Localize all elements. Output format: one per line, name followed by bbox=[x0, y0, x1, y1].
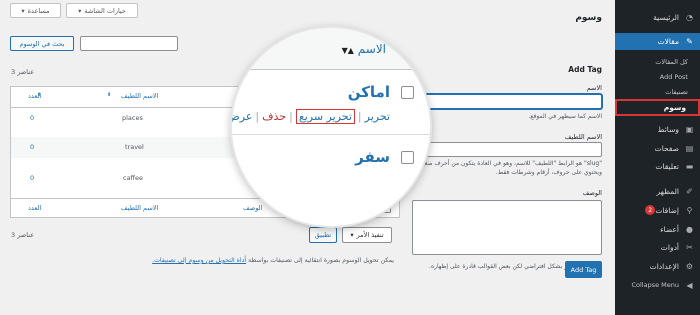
name-field[interactable] bbox=[412, 94, 602, 109]
sidebar-item-tools[interactable]: ✂ أدوات bbox=[615, 239, 700, 255]
row-slug: places bbox=[122, 114, 143, 122]
plugin-icon: ⚲ bbox=[686, 205, 693, 215]
screen-options-button[interactable]: ▾ خيارات الشاشة bbox=[66, 3, 138, 18]
settings-icon: ⚙ bbox=[685, 261, 694, 271]
name-label: الاسم bbox=[586, 84, 602, 92]
column-slug[interactable]: الاسم اللطيف bbox=[121, 204, 158, 212]
slug-label: الاسم اللطيف bbox=[564, 133, 602, 141]
description-label: الوصف bbox=[582, 189, 602, 197]
sidebar-item-users[interactable]: ● أعضاء bbox=[615, 221, 700, 237]
collapse-menu-button[interactable]: ◀ Collapse Menu bbox=[615, 277, 700, 293]
name-help: الاسم كما سيظهر في الموقع. bbox=[528, 113, 602, 120]
chevron-down-icon: ▾ bbox=[350, 231, 354, 239]
admin-page: ▾ خيارات الشاشة ▾ مساعدة وسوم بحث في الو… bbox=[0, 0, 700, 315]
items-count-bottom: 3 عناصر bbox=[11, 231, 35, 239]
pin-icon: ✎ bbox=[686, 37, 693, 46]
column-description[interactable]: الوصف bbox=[243, 204, 262, 212]
row-slug: caffee bbox=[123, 174, 144, 182]
bulk-actions-select[interactable]: ▾ تنفيذ الأمر bbox=[342, 227, 392, 243]
zoomed-select-all-checkbox[interactable] bbox=[401, 43, 414, 56]
comment-icon: ▬ bbox=[685, 161, 694, 171]
converter-link[interactable]: أداة التحويل من وسوم إلى تصنيفات. bbox=[152, 257, 246, 264]
sidebar-item-media[interactable]: ▣ وسائط bbox=[615, 121, 700, 137]
update-badge: 2 bbox=[645, 205, 656, 215]
sort-icon: ⬍ bbox=[37, 92, 42, 98]
collapse-icon: ◀ bbox=[686, 280, 693, 290]
slug-help: "slug" هو الرابط "اللطيف" للاسم، وهو في … bbox=[416, 160, 602, 176]
chevron-down-icon: ▾ bbox=[78, 6, 82, 15]
description-field[interactable] bbox=[412, 200, 602, 255]
submenu-categories[interactable]: تصنيفات bbox=[615, 85, 700, 98]
column-slug[interactable]: الاسم اللطيف bbox=[121, 92, 158, 100]
search-tags-button[interactable]: بحث في الوسوم bbox=[10, 36, 74, 51]
sidebar-item-plugins[interactable]: ⚲ إضافات 2 bbox=[615, 202, 700, 218]
zoomed-header-row: الاسم ▲▼ bbox=[232, 28, 430, 70]
sidebar-item-posts[interactable]: ✎ مقالات bbox=[615, 33, 700, 50]
column-count[interactable]: العدد bbox=[28, 204, 41, 212]
row-count[interactable]: 0 bbox=[30, 114, 34, 122]
submenu-tags[interactable]: وسوم bbox=[615, 99, 700, 116]
row-count[interactable]: 0 bbox=[30, 143, 34, 151]
sidebar-item-appearance[interactable]: ✐ المظهر bbox=[615, 183, 700, 199]
view-link[interactable]: عرض bbox=[232, 110, 252, 123]
search-input[interactable] bbox=[80, 36, 178, 51]
form-heading: Add Tag bbox=[568, 65, 602, 74]
sort-icon: ⬍ bbox=[107, 92, 112, 98]
brush-icon: ✐ bbox=[686, 186, 693, 196]
user-icon: ● bbox=[686, 224, 693, 234]
zoomed-tag-name[interactable]: سفر bbox=[355, 148, 390, 166]
sidebar-item-comments[interactable]: ▬ تعليقات bbox=[615, 158, 700, 174]
zoomed-row-checkbox[interactable] bbox=[401, 151, 414, 164]
zoomed-tag-name[interactable]: اماكن bbox=[348, 83, 390, 101]
slug-field[interactable] bbox=[412, 142, 602, 157]
chevron-down-icon: ▾ bbox=[21, 6, 25, 15]
zoomed-column-name: الاسم ▲▼ bbox=[341, 42, 386, 56]
zoom-magnifier: الاسم ▲▼ اماكن تحرير | تحرير سريع | حذف … bbox=[232, 28, 430, 226]
row-actions: تحرير | تحرير سريع | حذف | عرض bbox=[232, 109, 390, 124]
items-count-top: 3 عناصر bbox=[11, 68, 35, 76]
sidebar-item-settings[interactable]: ⚙ الإعدادات bbox=[615, 258, 700, 274]
row-slug: travel bbox=[125, 143, 144, 151]
dashboard-icon: ◔ bbox=[686, 12, 693, 22]
edit-link[interactable]: تحرير bbox=[365, 110, 390, 123]
add-tag-button[interactable]: Add Tag bbox=[565, 261, 602, 278]
zoomed-row-checkbox[interactable] bbox=[401, 86, 414, 99]
row-divider bbox=[232, 134, 430, 135]
page-title: وسوم bbox=[575, 13, 602, 23]
delete-link[interactable]: حذف bbox=[262, 110, 286, 123]
apply-button[interactable]: تطبيق bbox=[309, 227, 337, 243]
submenu-all-posts[interactable]: كل المقالات bbox=[615, 55, 700, 68]
help-button[interactable]: ▾ مساعدة bbox=[10, 3, 61, 18]
sidebar-item-pages[interactable]: ▤ صفحات bbox=[615, 140, 700, 156]
sidebar-item-dashboard[interactable]: ◔ الرئيسية bbox=[615, 9, 700, 25]
row-count[interactable]: 0 bbox=[30, 174, 34, 182]
quick-edit-link[interactable]: تحرير سريع bbox=[295, 109, 355, 124]
admin-sidebar: ◔ الرئيسية ✎ مقالات كل المقالات Add Post ت… bbox=[615, 0, 700, 315]
page-icon: ▤ bbox=[685, 143, 694, 153]
convert-note: يمكن تحويل الوسوم بصورة انتقائية إلى تصن… bbox=[152, 257, 394, 264]
sort-icon: ▲▼ bbox=[341, 46, 354, 55]
submenu-add-post[interactable]: Add Post bbox=[615, 70, 700, 83]
media-icon: ▣ bbox=[685, 124, 694, 134]
wrench-icon: ✂ bbox=[686, 242, 693, 252]
